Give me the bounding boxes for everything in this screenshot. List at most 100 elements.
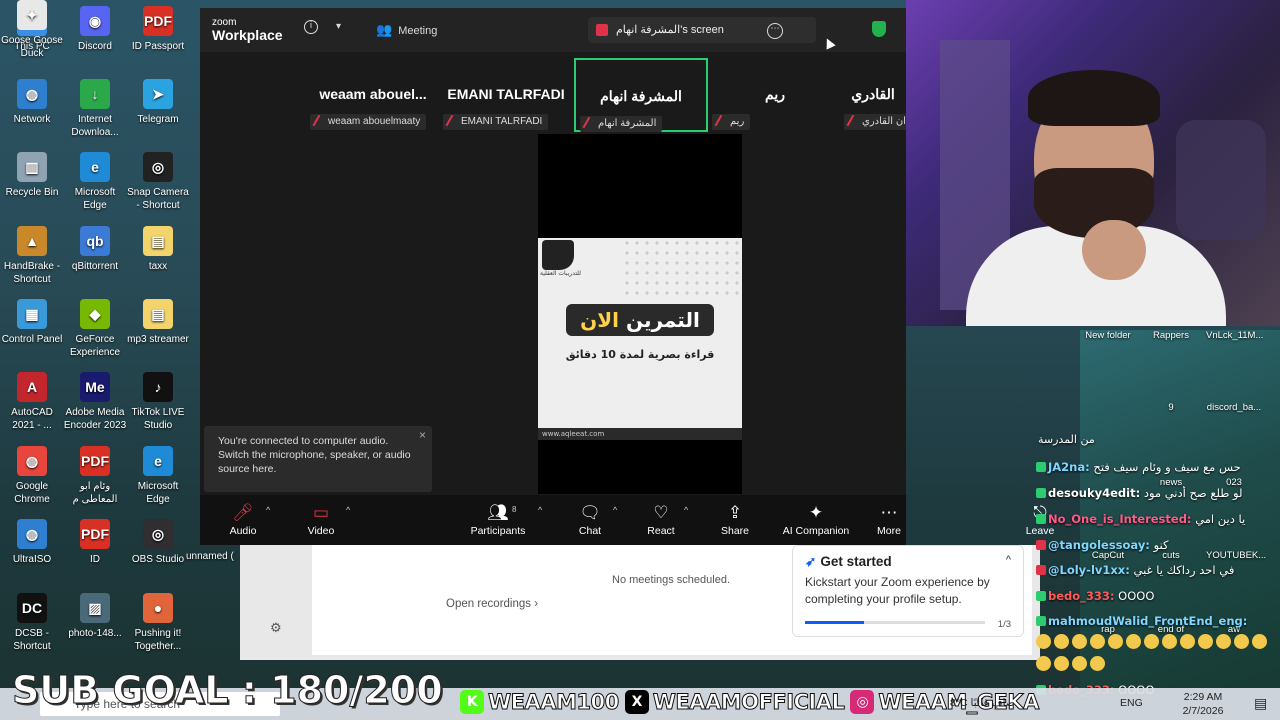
chat-message: @Loly-lv1xx: في احد رداكك يا غبي <box>1036 563 1280 581</box>
desktop-icon[interactable]: ◎ Snap Camera - Shortcut <box>126 152 190 212</box>
desktop-icon[interactable]: PDF وئام ابو المعاطى م <box>63 446 127 506</box>
participant-tile[interactable]: ريم ريم <box>708 58 842 132</box>
desktop-icon[interactable]: 9 <box>1143 402 1199 413</box>
desktop-icon[interactable]: discord_ba... <box>1206 402 1262 413</box>
react-caret-icon[interactable]: ^ <box>684 505 688 515</box>
ai-companion-button[interactable]: ✦ AI Companion <box>778 501 854 537</box>
desktop-icon[interactable]: qb qBittorrent <box>63 226 127 273</box>
app-icon: ♪ <box>143 372 173 402</box>
desktop-icon[interactable]: ▤ taxx <box>126 226 190 273</box>
participant-tile[interactable]: weaam abouel... weaam abouelmaaty <box>306 58 440 132</box>
desktop-icon-label-partial[interactable]: unnamed ( <box>186 550 246 563</box>
webcam-person-hair <box>1028 70 1160 126</box>
audio-caret-icon[interactable]: ^ <box>266 505 270 515</box>
meeting-menu[interactable]: 👥 Meeting <box>376 22 437 38</box>
app-icon: ◍ <box>17 446 47 476</box>
more-options-icon[interactable]: ⋯ <box>767 23 783 39</box>
desktop-icon[interactable]: Rappers <box>1143 330 1199 341</box>
shared-screen-label: المشرفة انهام's screen <box>616 24 724 36</box>
desktop-icon[interactable]: ➤ Telegram <box>126 79 190 126</box>
desktop-icon[interactable]: ▤ mp3 streamer <box>126 299 190 346</box>
desktop-icon[interactable]: New folder <box>1080 330 1136 341</box>
desktop-icon-label: Adobe Media Encoder 2023 <box>63 407 127 431</box>
clock[interactable]: 2:29 AM 2/7/2026 <box>1168 690 1238 718</box>
social-handle-text: WEAAM100 <box>488 690 620 715</box>
stream-chat-overlay: من المدرسة <box>1036 433 1280 446</box>
share-button[interactable]: ⇪ Share <box>700 501 770 537</box>
social-platform-icon: ◎ <box>850 690 875 714</box>
participants-caret-icon[interactable]: ^ <box>538 505 542 515</box>
desktop-icon[interactable]: ▲ HandBrake - Shortcut <box>0 226 64 286</box>
desktop-icon[interactable]: PDF ID <box>63 519 127 566</box>
participant-tile[interactable]: القادري ان القادري <box>840 58 912 132</box>
desktop-icon[interactable]: PDF ID Passport <box>126 6 190 53</box>
participant-tile[interactable]: EMANI TALRFADI EMANI TALRFADI <box>439 58 573 132</box>
slide-logo-caption: للتدريبات العقلية <box>540 270 581 277</box>
slide-logo <box>542 240 574 270</box>
participants-button[interactable]: 👥︎ Participants 8 ^ <box>460 501 543 537</box>
laughing-emoji-icon <box>1180 634 1195 649</box>
app-icon: ▦ <box>17 299 47 329</box>
desktop-icon[interactable]: e Microsoft Edge <box>63 152 127 212</box>
desktop-icon[interactable]: VnLck_11M... <box>1206 330 1263 341</box>
desktop-icon[interactable]: ◍ Network <box>0 79 64 126</box>
emoji-row <box>1036 634 1280 649</box>
social-handle: K WEAAM100 <box>460 690 620 715</box>
desktop-icon[interactable]: ♪ TikTok LIVE Studio <box>126 372 190 432</box>
video-caret-icon[interactable]: ^ <box>346 505 350 515</box>
app-icon: ◎ <box>143 152 173 182</box>
desktop-icon-label: TikTok LIVE Studio <box>131 407 185 431</box>
chevron-up-icon[interactable]: ^ <box>1006 554 1011 566</box>
desktop-icon[interactable]: ▥ Recycle Bin <box>0 152 64 199</box>
slide-subtitle: قراءة بصرية لمدة 10 دقائق <box>565 348 715 361</box>
react-button[interactable]: ♡ React ^ <box>626 501 696 537</box>
notification-icon[interactable]: ▤ <box>1254 695 1267 712</box>
desktop-icon[interactable]: ✦ Goose Goose Duck <box>0 0 64 60</box>
chevron-down-icon[interactable]: ▾ <box>336 21 341 32</box>
desktop-icon-label: qBittorrent <box>71 261 119 272</box>
desktop-icon-label: AutoCAD 2021 - ... <box>11 407 53 431</box>
ai-companion-label: AI Companion <box>782 525 850 537</box>
video-button[interactable]: ▭ Video ^ <box>286 501 356 537</box>
platform-badge-icon <box>1036 616 1046 626</box>
language-indicator[interactable]: ENG <box>1120 697 1143 709</box>
desktop-icon[interactable]: Me Adobe Media Encoder 2023 <box>63 372 127 432</box>
desktop-icon[interactable]: ◉ Discord <box>63 6 127 53</box>
desktop-icon[interactable]: ◎ OBS Studio <box>126 519 190 566</box>
desktop-icon[interactable]: ▨ photo-148... <box>63 593 127 640</box>
gear-icon[interactable]: ⚙ <box>270 621 282 636</box>
shared-screen-view: للتدريبات العقلية التمرين الان قراءة بصر… <box>538 134 742 494</box>
laughing-emoji-icon <box>1252 634 1267 649</box>
participant-label: EMANI TALRFADI <box>443 114 549 130</box>
chat-text: حس مع سيف و وئام سيف فتح <box>1089 460 1241 474</box>
desktop-icon[interactable]: ▦ Control Panel <box>0 299 64 346</box>
desktop-icon[interactable]: ◍ UltraISO <box>0 519 64 566</box>
chat-text: لو طلع صح أدني مود <box>1140 486 1243 500</box>
app-icon: ➤ <box>143 79 173 109</box>
desktop-icon[interactable]: ◍ Google Chrome <box>0 446 64 506</box>
desktop-icon[interactable]: ↓ Internet Downloa... <box>63 79 127 139</box>
desktop-icon[interactable]: e Microsoft Edge <box>126 446 190 506</box>
desktop-icon[interactable]: A AutoCAD 2021 - ... <box>0 372 64 432</box>
close-icon[interactable]: × <box>419 428 426 442</box>
mic-muted-icon <box>445 114 459 130</box>
desktop-icon-label: Microsoft Edge <box>74 187 116 211</box>
app-icon: ◆ <box>80 299 110 329</box>
app-icon: PDF <box>80 446 110 476</box>
desktop-icon[interactable]: DC DCSB - Shortcut <box>0 593 64 653</box>
desktop-icon[interactable]: ● Pushing it! Together... <box>126 593 190 653</box>
audio-button[interactable]: 🎤︎ Audio ^ <box>208 501 278 537</box>
laughing-emoji-icon <box>1234 634 1249 649</box>
get-started-page: 1/3 <box>997 619 1011 630</box>
chat-button[interactable]: 🗨︎ Chat ^ <box>555 501 625 537</box>
open-recordings-link[interactable]: Open recordings › <box>446 598 538 610</box>
participants-count: 8 <box>512 505 517 514</box>
security-shield-icon[interactable] <box>872 21 886 37</box>
desktop-icon[interactable]: ◆ GeForce Experience <box>63 299 127 359</box>
chat-caret-icon[interactable]: ^ <box>613 505 617 515</box>
more-button[interactable]: ⋯ More <box>854 501 924 537</box>
slide-dot-pattern <box>622 238 742 298</box>
info-icon[interactable]: i <box>304 20 318 34</box>
participant-tile[interactable]: المشرفة انهام المشرفة انهام <box>574 58 708 132</box>
weather-widget[interactable]: 8°C صافٍ غالبًا <box>950 697 1015 709</box>
